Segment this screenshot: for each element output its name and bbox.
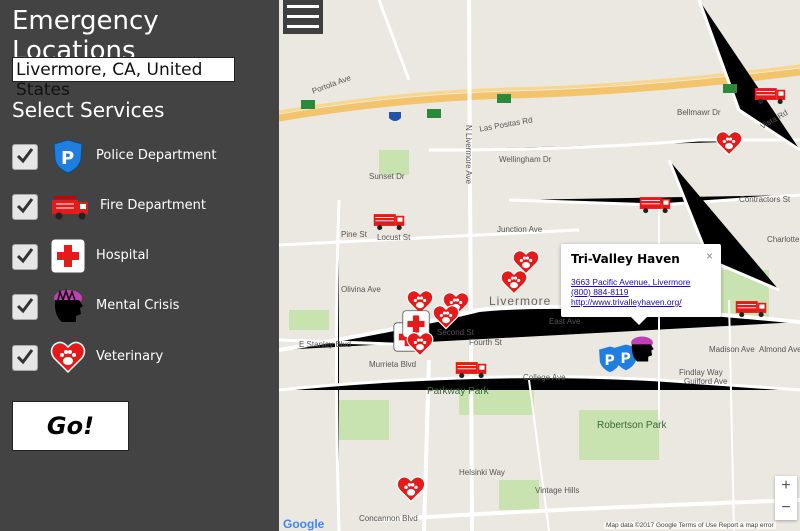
veterinary-marker[interactable] bbox=[406, 330, 434, 363]
police-badge-icon: P bbox=[50, 138, 86, 174]
park-label: Parkway Park bbox=[427, 386, 489, 397]
popup-title: Tri-Valley Haven bbox=[571, 252, 680, 266]
road-label: N Livermore Ave bbox=[464, 125, 473, 184]
service-police: P Police Department bbox=[12, 138, 272, 176]
road-label: Junction Ave bbox=[497, 225, 543, 234]
veterinary-marker[interactable] bbox=[432, 303, 460, 336]
mental-crisis-marker[interactable] bbox=[628, 333, 656, 370]
fire-checkbox[interactable] bbox=[12, 194, 38, 220]
road-label: Charlotte W bbox=[767, 235, 800, 244]
road-label: Madison Ave bbox=[709, 345, 755, 354]
zoom-control: + − bbox=[775, 476, 797, 520]
park-label: Robertson Park bbox=[597, 420, 667, 431]
road-label: Pine St bbox=[341, 230, 367, 239]
popup-pointer bbox=[631, 317, 647, 325]
road-label: Fourth St bbox=[469, 338, 502, 347]
veterinary-checkbox[interactable] bbox=[12, 345, 38, 371]
fire-station-marker[interactable] bbox=[454, 357, 488, 384]
road-label: Findlay Way bbox=[679, 368, 723, 377]
popup-url-link[interactable]: http://www.trivalleyhaven.org/ bbox=[571, 297, 682, 307]
road-label: Almond Ave bbox=[759, 345, 800, 354]
fire-truck-icon bbox=[50, 188, 88, 224]
road-label: E Stanley Blvd bbox=[299, 340, 352, 349]
road-label: Contractors St bbox=[739, 195, 791, 204]
hospital-checkbox[interactable] bbox=[12, 244, 38, 270]
veterinary-marker[interactable] bbox=[500, 268, 528, 301]
mental-checkbox[interactable] bbox=[12, 294, 38, 320]
go-button[interactable]: Go! bbox=[12, 401, 129, 451]
location-input[interactable]: Livermore, CA, United States bbox=[12, 57, 235, 100]
road-label: Guilford Ave bbox=[684, 377, 728, 386]
road-label: Olivina Ave bbox=[341, 285, 381, 294]
services-heading: Select Services bbox=[12, 98, 165, 122]
veterinary-marker[interactable] bbox=[715, 129, 743, 162]
google-logo: Google bbox=[283, 517, 325, 531]
road-label: Sunset Dr bbox=[369, 172, 405, 181]
service-label: Mental Crisis bbox=[96, 298, 180, 313]
police-checkbox[interactable] bbox=[12, 144, 38, 170]
popup-address-link[interactable]: 3663 Pacific Avenue, Livermore bbox=[571, 277, 690, 287]
service-fire: Fire Department bbox=[12, 188, 272, 226]
service-label: Hospital bbox=[96, 248, 150, 263]
road-label: Wellingham Dr bbox=[499, 155, 552, 164]
info-window: Tri-Valley Haven × 3663 Pacific Avenue, … bbox=[561, 244, 721, 325]
zoom-in-button[interactable]: + bbox=[775, 476, 797, 498]
road-label: East Ave bbox=[549, 317, 581, 326]
service-label: Police Department bbox=[96, 148, 217, 163]
service-label: Fire Department bbox=[100, 198, 206, 213]
sidebar: Emergency Locations Livermore, CA, Unite… bbox=[0, 0, 279, 531]
veterinary-marker[interactable] bbox=[396, 474, 426, 509]
paw-heart-icon bbox=[50, 339, 86, 375]
mental-head-icon bbox=[50, 288, 86, 324]
fire-station-marker[interactable] bbox=[734, 296, 768, 323]
hospital-cross-icon bbox=[50, 238, 86, 274]
zoom-out-button[interactable]: − bbox=[775, 498, 797, 520]
fire-station-marker[interactable] bbox=[753, 83, 787, 110]
fire-station-marker[interactable] bbox=[638, 192, 672, 219]
service-mental: Mental Crisis bbox=[12, 288, 272, 326]
road-label: Concannon Blvd bbox=[359, 514, 418, 523]
map-attribution[interactable]: Map data ©2017 Google Terms of Use Repor… bbox=[604, 522, 776, 529]
road-label: Bellmawr Dr bbox=[677, 108, 721, 117]
road-label: Helsinki Way bbox=[459, 468, 505, 477]
close-icon[interactable]: × bbox=[706, 249, 713, 263]
fire-station-marker[interactable] bbox=[372, 209, 406, 236]
service-hospital: Hospital bbox=[12, 238, 272, 276]
service-veterinary: Veterinary bbox=[12, 339, 272, 377]
service-label: Veterinary bbox=[96, 349, 164, 364]
svg-text:P: P bbox=[61, 148, 74, 169]
popup-phone-link[interactable]: (800) 884-8119 bbox=[571, 287, 629, 297]
menu-hamburger-icon[interactable] bbox=[283, 0, 323, 34]
road-label: Vintage Hills bbox=[535, 486, 580, 495]
road-label: College Ave bbox=[523, 373, 566, 382]
